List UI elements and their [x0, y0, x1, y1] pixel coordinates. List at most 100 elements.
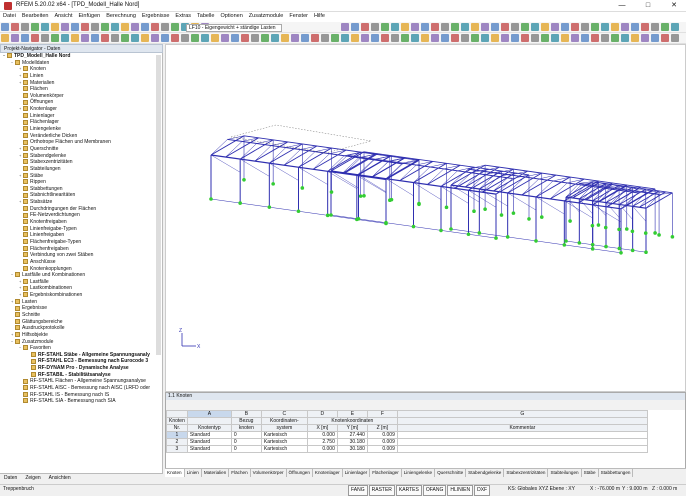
- toolbar-button-icon[interactable]: [221, 34, 229, 42]
- toolbar-button-icon[interactable]: [391, 34, 399, 42]
- toolbar-button-icon[interactable]: [601, 23, 609, 31]
- toolbar-button-icon[interactable]: [371, 23, 379, 31]
- maximize-button[interactable]: □: [638, 0, 658, 12]
- tree-item[interactable]: Volumenkörper: [0, 93, 162, 100]
- table-cell[interactable]: 0: [230, 431, 262, 439]
- toolbar-button-icon[interactable]: [371, 34, 379, 42]
- table-cell[interactable]: 30.180: [336, 445, 368, 453]
- toolbar-button-icon[interactable]: [591, 34, 599, 42]
- tree-item[interactable]: − Favoriten: [0, 345, 162, 352]
- toolbar-button-icon[interactable]: [451, 34, 459, 42]
- toolbar-button-icon[interactable]: [111, 23, 119, 31]
- tree-item[interactable]: + Knoten: [0, 66, 162, 73]
- tree-item[interactable]: − TPD_Modell_Halle Nord: [0, 53, 162, 60]
- toolbar-button-icon[interactable]: [1, 34, 9, 42]
- table-cell[interactable]: Kartesisch: [260, 445, 308, 453]
- toolbar-button-icon[interactable]: [121, 23, 129, 31]
- toolbar-button-icon[interactable]: [231, 34, 239, 42]
- toolbar-button-icon[interactable]: [191, 34, 199, 42]
- toolbar-button-icon[interactable]: [601, 34, 609, 42]
- toolbar-button-icon[interactable]: [301, 34, 309, 42]
- toolbar-button-icon[interactable]: [91, 34, 99, 42]
- sheet-tab-13[interactable]: Stabteilungen: [548, 469, 582, 477]
- tree-item[interactable]: RF-STAHL Stäbe - Allgemeine Spannungsana…: [0, 352, 162, 359]
- toolbar-button-icon[interactable]: [651, 23, 659, 31]
- toolbar-button-icon[interactable]: [161, 23, 169, 31]
- toolbar-button-icon[interactable]: [101, 23, 109, 31]
- sheet-tab-4[interactable]: Volumenkörper: [251, 469, 287, 477]
- menu-item-4[interactable]: Berechnung: [103, 12, 139, 20]
- tree-item[interactable]: Anschlüsse: [0, 259, 162, 266]
- tree-item[interactable]: + Materialien: [0, 80, 162, 87]
- tree-item[interactable]: Glättungsbereiche: [0, 319, 162, 326]
- tree-item[interactable]: Linienfreigabe-Typen: [0, 226, 162, 233]
- tree-item[interactable]: + Linien: [0, 73, 162, 80]
- menu-item-9[interactable]: Zusatzmodule: [246, 12, 287, 20]
- toolbar-button-icon[interactable]: [651, 34, 659, 42]
- menu-item-7[interactable]: Tabelle: [194, 12, 217, 20]
- toolbar-button-icon[interactable]: [361, 34, 369, 42]
- tree-item[interactable]: Öffnungen: [0, 99, 162, 106]
- toolbar-button-icon[interactable]: [211, 34, 219, 42]
- menu-item-3[interactable]: Einfügen: [76, 12, 104, 20]
- tree-item[interactable]: RF-STAHL SIA - Bemessung nach SIA: [0, 398, 162, 405]
- table-cell[interactable]: 0: [230, 445, 262, 453]
- tree-item[interactable]: Linienfreigaben: [0, 232, 162, 239]
- toolbar-button-icon[interactable]: [41, 23, 49, 31]
- table-cell[interactable]: Standard: [186, 431, 232, 439]
- toolbar-button-icon[interactable]: [581, 34, 589, 42]
- table-row[interactable]: 1 Standard 0 Kartesisch 0.000 27.440 0.009: [166, 431, 648, 439]
- tree-item[interactable]: + Ergebniskombinationen: [0, 292, 162, 299]
- toolbar-button-icon[interactable]: [51, 23, 59, 31]
- sheet-tab-0[interactable]: Knoten: [165, 469, 185, 477]
- toolbar-button-icon[interactable]: [671, 23, 679, 31]
- table-cell[interactable]: 1: [166, 431, 188, 439]
- tree-item[interactable]: RF-STAHL EC3 - Bemessung nach Eurocode 3: [0, 358, 162, 365]
- toolbar-button-icon[interactable]: [151, 34, 159, 42]
- tree-item[interactable]: + Querschnitte: [0, 146, 162, 153]
- tree-item[interactable]: Rippen: [0, 179, 162, 186]
- toolbar-button-icon[interactable]: [621, 34, 629, 42]
- sheet-tab-10[interactable]: Querschnitte: [435, 469, 467, 477]
- toolbar-button-icon[interactable]: [351, 34, 359, 42]
- toolbar-button-icon[interactable]: [11, 23, 19, 31]
- toolbar-button-icon[interactable]: [111, 34, 119, 42]
- toolbar-button-icon[interactable]: [61, 34, 69, 42]
- snap-button-ofang[interactable]: OFANG: [422, 485, 447, 496]
- table-cell[interactable]: 0.000: [306, 445, 338, 453]
- tree-item[interactable]: Durchdringungen der Flächen: [0, 206, 162, 213]
- toolbar-button-icon[interactable]: [141, 23, 149, 31]
- toolbar-button-icon[interactable]: [521, 23, 529, 31]
- tree-item[interactable]: + Lasten: [0, 299, 162, 306]
- tree-item[interactable]: Knotenfreigaben: [0, 219, 162, 226]
- toolbar-button-icon[interactable]: [151, 23, 159, 31]
- toolbar-button-icon[interactable]: [411, 34, 419, 42]
- toolbar-button-icon[interactable]: [131, 23, 139, 31]
- toolbar-button-icon[interactable]: [61, 23, 69, 31]
- toolbar-button-icon[interactable]: [501, 34, 509, 42]
- toolbar-button-icon[interactable]: [461, 34, 469, 42]
- sheet-tab-1[interactable]: Linien: [185, 469, 202, 477]
- toolbar-button-icon[interactable]: [581, 23, 589, 31]
- table-cell[interactable]: 3: [166, 445, 188, 453]
- table-cell[interactable]: 27.440: [336, 431, 368, 439]
- toolbar-button-icon[interactable]: [481, 34, 489, 42]
- menu-item-2[interactable]: Ansicht: [51, 12, 75, 20]
- table-cell[interactable]: 0.009: [366, 438, 398, 446]
- nodes-table[interactable]: A B C D E F G Knoten Bezug Koordinaten- Knotenkoor…: [166, 410, 648, 453]
- tree-item[interactable]: Stabnichtlinearitäten: [0, 192, 162, 199]
- toolbar-button-icon[interactable]: [351, 23, 359, 31]
- toolbar-button-icon[interactable]: [421, 34, 429, 42]
- toolbar-button-icon[interactable]: [331, 34, 339, 42]
- toolbar-button-icon[interactable]: [251, 34, 259, 42]
- tree-item[interactable]: Linienlager: [0, 113, 162, 120]
- toolbar-button-icon[interactable]: [481, 23, 489, 31]
- toolbar-button-icon[interactable]: [31, 23, 39, 31]
- navigator-tab-0[interactable]: Daten: [0, 474, 21, 482]
- toolbar-button-icon[interactable]: [561, 34, 569, 42]
- sheet-tab-5[interactable]: Öffnungen: [287, 469, 313, 477]
- toolbar-button-icon[interactable]: [611, 23, 619, 31]
- toolbar-button-icon[interactable]: [21, 34, 29, 42]
- navigator-tab-2[interactable]: Ansichten: [45, 474, 75, 482]
- table-cell[interactable]: 2: [166, 438, 188, 446]
